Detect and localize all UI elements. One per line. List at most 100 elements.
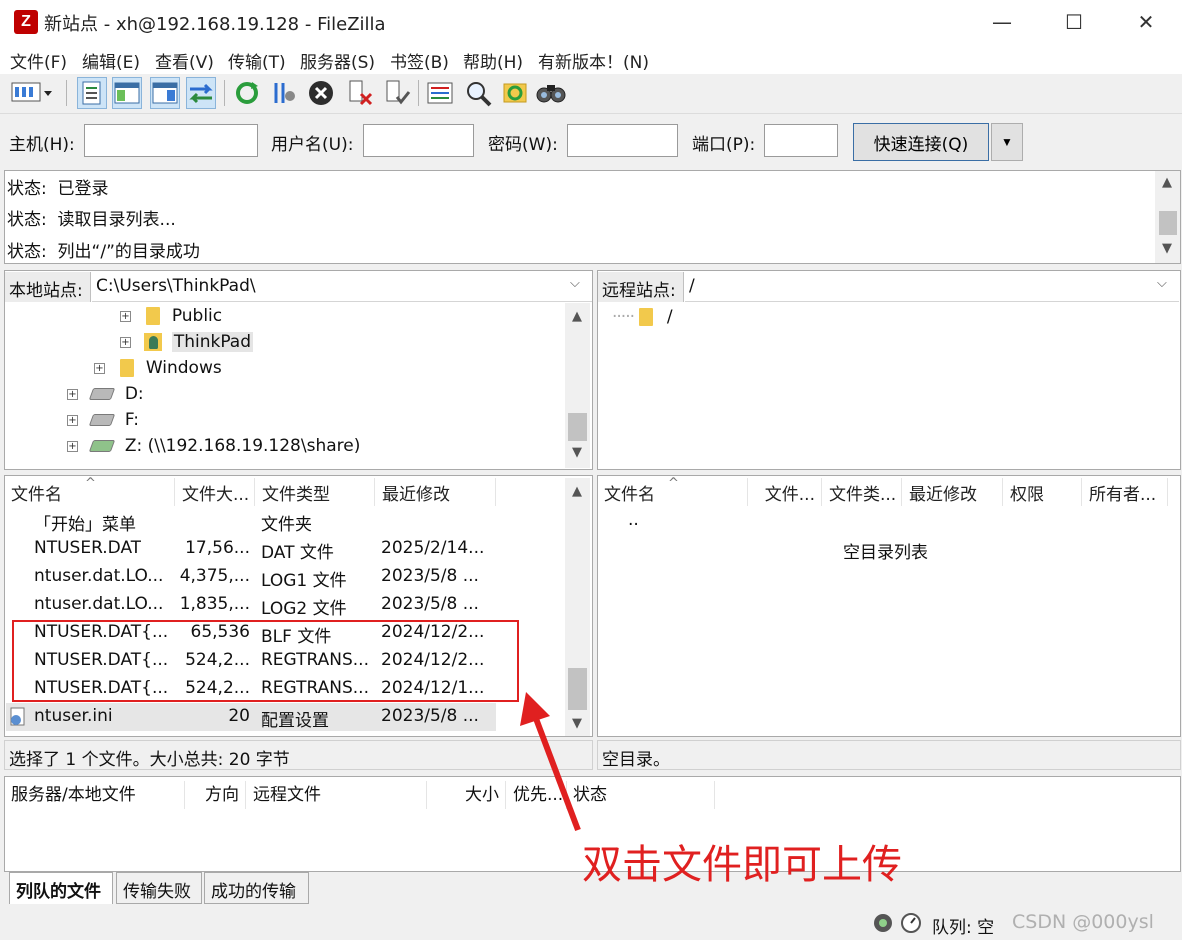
- menu-view[interactable]: 查看(V): [155, 48, 214, 73]
- reconnect-icon[interactable]: [382, 77, 412, 109]
- queue-column-direction[interactable]: 方向: [186, 781, 246, 809]
- local-tree-scrollbar[interactable]: ▲ ▼: [565, 303, 590, 468]
- file-row-parent-dir[interactable]: ..: [606, 507, 806, 535]
- column-owner[interactable]: 所有者...: [1083, 478, 1168, 506]
- synchronized-browsing-icon[interactable]: [500, 77, 530, 109]
- menu-transfer[interactable]: 传输(T): [228, 48, 286, 73]
- expand-icon[interactable]: +: [67, 414, 78, 426]
- expand-icon[interactable]: +: [120, 336, 131, 348]
- scroll-thumb[interactable]: [568, 413, 587, 441]
- column-modified[interactable]: 最近修改: [376, 478, 496, 506]
- highlight-box: [12, 620, 519, 702]
- expand-icon[interactable]: +: [120, 310, 131, 322]
- file-row[interactable]: 「开始」菜单 文件夹: [6, 507, 496, 535]
- remote-status: 空目录。: [597, 740, 1181, 770]
- sort-ascending-icon: ^: [85, 476, 96, 491]
- remote-path-combobox[interactable]: / ⌵: [685, 272, 1179, 302]
- speed-limit-icon[interactable]: [900, 912, 922, 934]
- toggle-transfer-queue-icon[interactable]: [186, 77, 216, 109]
- chevron-down-icon[interactable]: ⌵: [570, 276, 580, 291]
- menu-bar: 文件(F) 编辑(E) 查看(V) 传输(T) 服务器(S) 书签(B) 帮助(…: [0, 44, 1182, 74]
- toggle-remote-tree-icon[interactable]: [150, 77, 180, 109]
- quickconnect-button[interactable]: 快速连接(Q): [853, 123, 989, 161]
- column-filetype[interactable]: 文件类型: [256, 478, 375, 506]
- menu-file[interactable]: 文件(F): [10, 48, 67, 73]
- file-row[interactable]: ntuser.dat.LO... 4,375,... LOG1 文件 2023/…: [6, 563, 496, 591]
- local-path: C:\Users\ThinkPad\: [96, 276, 256, 296]
- refresh-icon[interactable]: [232, 77, 262, 109]
- minimize-button[interactable]: —: [966, 0, 1038, 44]
- scroll-up-icon[interactable]: ▲: [1157, 175, 1177, 190]
- folder-icon: [146, 307, 161, 325]
- toggle-message-log-icon[interactable]: [77, 77, 107, 109]
- quickconnect-history-dropdown[interactable]: ▼: [991, 123, 1023, 161]
- chevron-down-icon[interactable]: ⌵: [1157, 276, 1167, 291]
- expand-icon[interactable]: +: [67, 388, 78, 400]
- tab-queued-files[interactable]: 列队的文件: [9, 872, 113, 904]
- folder-icon: [120, 359, 135, 377]
- close-button[interactable]: ✕: [1110, 0, 1182, 44]
- tab-successful-transfers[interactable]: 成功的传输: [204, 872, 309, 904]
- log-scrollbar[interactable]: ▲ ▼: [1155, 171, 1180, 263]
- menu-edit[interactable]: 编辑(E): [82, 48, 140, 73]
- column-filetype[interactable]: 文件类...: [823, 478, 902, 506]
- column-filename[interactable]: 文件名 ^: [598, 476, 748, 506]
- scroll-down-icon[interactable]: ▼: [567, 445, 587, 460]
- tree-item-drive-z[interactable]: + Z: (\\192.168.19.128\share): [67, 433, 360, 459]
- menu-server[interactable]: 服务器(S): [300, 48, 375, 73]
- tree-item-drive-f[interactable]: + F:: [67, 407, 139, 433]
- annotation-arrow-icon: [520, 692, 581, 832]
- tree-item-windows[interactable]: + Windows: [94, 355, 222, 381]
- tree-item-remote-root[interactable]: ····· /: [612, 304, 673, 330]
- expand-icon[interactable]: +: [67, 440, 78, 452]
- column-modified[interactable]: 最近修改: [903, 478, 1003, 506]
- scroll-down-icon[interactable]: ▼: [1157, 241, 1177, 256]
- toolbar: [0, 74, 1182, 114]
- tree-item-public[interactable]: + Public: [120, 303, 222, 329]
- file-row-selected[interactable]: ntuser.ini 20 配置设置 2023/5/8 ...: [6, 703, 496, 731]
- message-log: 状态: 已登录 状态: 读取目录列表... 状态: 列出“/”的目录成功 ▲ ▼: [4, 170, 1181, 264]
- quickconnect-bar: 主机(H): 用户名(U): 密码(W): 端口(P): 快速连接(Q) ▼: [0, 114, 1182, 168]
- scroll-up-icon[interactable]: ▲: [567, 484, 587, 499]
- menu-help[interactable]: 帮助(H): [463, 48, 523, 73]
- column-permissions[interactable]: 权限: [1004, 478, 1082, 506]
- menu-new-version[interactable]: 有新版本！(N): [538, 48, 649, 73]
- site-manager-icon[interactable]: [8, 77, 56, 109]
- process-queue-icon[interactable]: [268, 77, 298, 109]
- disconnect-icon[interactable]: [345, 77, 375, 109]
- annotation-text: 双击文件即可上传: [582, 842, 902, 888]
- host-input[interactable]: [84, 124, 258, 157]
- column-filesize[interactable]: 文件大...: [176, 478, 255, 506]
- queue-column-size[interactable]: 大小: [428, 781, 506, 809]
- compare-directories-icon[interactable]: [536, 77, 566, 109]
- column-filename[interactable]: 文件名 ^: [5, 476, 175, 506]
- user-folder-icon: [144, 333, 163, 351]
- tab-failed-transfers[interactable]: 传输失败: [116, 872, 202, 904]
- column-filesize[interactable]: 文件...: [749, 478, 822, 506]
- port-input[interactable]: [764, 124, 838, 157]
- queue-column-server-local-file[interactable]: 服务器/本地文件: [5, 781, 185, 809]
- gear-icon[interactable]: [872, 912, 894, 934]
- menu-bookmarks[interactable]: 书签(B): [390, 48, 449, 73]
- expand-icon[interactable]: +: [94, 362, 105, 374]
- tree-item-drive-d[interactable]: + D:: [67, 381, 144, 407]
- queue-column-remote-file[interactable]: 远程文件: [247, 781, 427, 809]
- username-input[interactable]: [363, 124, 474, 157]
- port-label: 端口(P):: [692, 135, 756, 155]
- local-status: 选择了 1 个文件。大小总共: 20 字节: [4, 740, 593, 770]
- file-row[interactable]: ntuser.dat.LO... 1,835,... LOG2 文件 2023/…: [6, 591, 496, 619]
- scroll-thumb[interactable]: [1159, 211, 1177, 235]
- tree-item-thinkpad[interactable]: + ThinkPad: [120, 329, 254, 355]
- folder-icon: [639, 308, 654, 326]
- file-row[interactable]: NTUSER.DAT 17,56... DAT 文件 2025/2/14...: [6, 535, 496, 563]
- directory-listing-filters-icon[interactable]: [425, 77, 455, 109]
- cancel-operation-icon[interactable]: [306, 77, 336, 109]
- local-path-combobox[interactable]: C:\Users\ThinkPad\ ⌵: [92, 272, 592, 302]
- maximize-button[interactable]: ☐: [1038, 0, 1110, 44]
- log-line: 状态: 已登录: [7, 179, 109, 199]
- password-input[interactable]: [567, 124, 678, 157]
- scroll-up-icon[interactable]: ▲: [567, 309, 587, 324]
- toggle-local-tree-icon[interactable]: [112, 77, 142, 109]
- search-files-icon[interactable]: [463, 77, 493, 109]
- empty-directory-message: 空目录列表: [843, 543, 928, 563]
